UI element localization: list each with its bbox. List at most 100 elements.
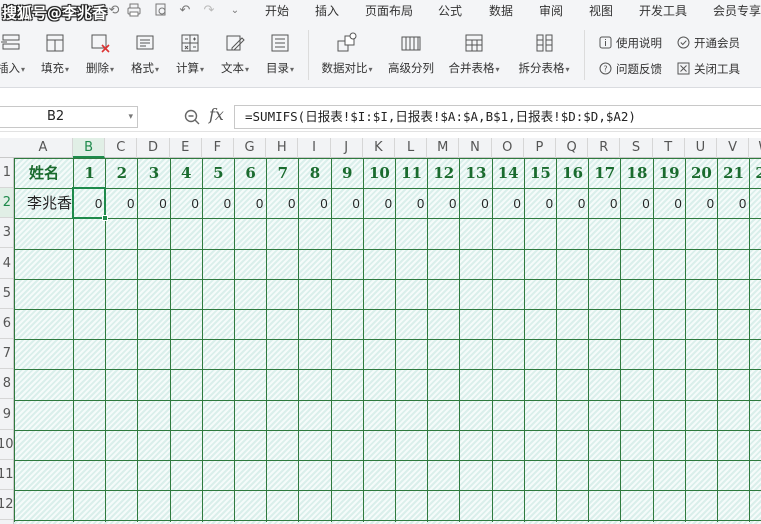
column-header-v[interactable]: V: [717, 138, 750, 158]
row-header-6[interactable]: 6: [0, 309, 13, 339]
header-cell-w1[interactable]: 22: [750, 159, 761, 188]
header-cell-u1[interactable]: 20: [686, 159, 717, 188]
more-chevron-icon[interactable]: ⌄: [227, 3, 243, 19]
column-header-i[interactable]: I: [298, 138, 331, 158]
header-cell-c1[interactable]: 2: [106, 159, 137, 188]
row-header-8[interactable]: 8: [0, 369, 13, 400]
column-header-r[interactable]: R: [588, 138, 621, 158]
data-cell-f2[interactable]: 0: [203, 189, 234, 218]
column-header-b[interactable]: B: [73, 138, 106, 158]
data-cell-m2[interactable]: 0: [428, 189, 459, 218]
insert-button[interactable]: 插入▾: [0, 32, 28, 80]
column-header-o[interactable]: O: [492, 138, 524, 158]
row-header-4[interactable]: 4: [0, 249, 13, 279]
column-header-g[interactable]: G: [234, 138, 267, 158]
column-header-n[interactable]: N: [459, 138, 492, 158]
row-header-1[interactable]: 1: [0, 158, 13, 188]
tab-home[interactable]: 开始: [265, 0, 289, 22]
header-cell-n1[interactable]: 13: [460, 159, 491, 188]
header-cell-o1[interactable]: 14: [493, 159, 524, 188]
header-cell-k1[interactable]: 10: [364, 159, 395, 188]
data-cell-a2[interactable]: 李兆香: [15, 189, 73, 218]
name-box-dropdown-icon[interactable]: ▾: [128, 107, 133, 127]
tab-data[interactable]: 数据: [489, 0, 513, 22]
delete-button[interactable]: 删除▾: [82, 32, 118, 80]
split-tables-button[interactable]: 拆分表格▾: [513, 32, 575, 80]
data-cell-w2[interactable]: 0: [750, 189, 761, 218]
tab-view[interactable]: 视图: [589, 0, 613, 22]
data-cell-q2[interactable]: 0: [557, 189, 588, 218]
data-cell-u2[interactable]: 0: [686, 189, 717, 218]
merge-tables-button[interactable]: 合并表格▾: [445, 32, 503, 80]
column-header-e[interactable]: E: [170, 138, 202, 158]
data-cell-c2[interactable]: 0: [106, 189, 137, 218]
header-cell-d1[interactable]: 3: [138, 159, 169, 188]
header-cell-t1[interactable]: 19: [654, 159, 685, 188]
data-cell-k2[interactable]: 0: [364, 189, 395, 218]
advanced-split-button[interactable]: 高级分列: [386, 32, 436, 80]
column-header-q[interactable]: Q: [556, 138, 589, 158]
calculate-button[interactable]: 计算▾: [172, 32, 208, 80]
data-compare-button[interactable]: 数据对比▾: [318, 32, 376, 80]
data-cell-e2[interactable]: 0: [171, 189, 202, 218]
data-cell-g2[interactable]: 0: [235, 189, 266, 218]
header-cell-s1[interactable]: 18: [621, 159, 652, 188]
undo-icon[interactable]: ↶: [177, 3, 193, 19]
column-header-t[interactable]: T: [653, 138, 685, 158]
format-button[interactable]: 格式▾: [127, 32, 163, 80]
fill-handle[interactable]: [102, 215, 109, 222]
row-header-5[interactable]: 5: [0, 279, 13, 309]
data-cell-d2[interactable]: 0: [138, 189, 169, 218]
row-header-11[interactable]: 11: [0, 460, 13, 490]
data-cell-o2[interactable]: 0: [493, 189, 524, 218]
row-header-12[interactable]: 12: [0, 490, 13, 521]
tab-insert[interactable]: 插入: [315, 0, 339, 22]
data-cell-s2[interactable]: 0: [621, 189, 652, 218]
column-header-w[interactable]: W: [749, 138, 761, 158]
tab-developer[interactable]: 开发工具: [639, 0, 687, 22]
data-cell-l2[interactable]: 0: [396, 189, 427, 218]
name-box[interactable]: B2 ▾: [0, 106, 138, 128]
redo-icon[interactable]: ↷: [201, 3, 217, 19]
preview-icon[interactable]: [153, 3, 169, 19]
text-button[interactable]: 文本▾: [217, 32, 253, 80]
column-header-h[interactable]: H: [266, 138, 299, 158]
fill-button[interactable]: 填充▾: [37, 32, 73, 80]
row-header-2[interactable]: 2: [0, 188, 13, 219]
row-header-7[interactable]: 7: [0, 339, 13, 370]
header-cell-v1[interactable]: 21: [718, 159, 749, 188]
column-header-l[interactable]: L: [395, 138, 428, 158]
print-icon[interactable]: [126, 3, 142, 19]
header-cell-h1[interactable]: 7: [267, 159, 298, 188]
header-cell-a1[interactable]: 姓名: [15, 159, 73, 188]
active-cell-selection[interactable]: [72, 187, 107, 220]
tab-member[interactable]: 会员专享: [713, 0, 761, 22]
header-cell-m1[interactable]: 12: [428, 159, 459, 188]
header-cell-e1[interactable]: 4: [171, 159, 202, 188]
function-icon[interactable]: fx: [209, 105, 224, 124]
column-header-f[interactable]: F: [202, 138, 234, 158]
data-cell-h2[interactable]: 0: [267, 189, 298, 218]
data-cell-t2[interactable]: 0: [654, 189, 685, 218]
row-header-3[interactable]: 3: [0, 218, 13, 249]
open-membership-button[interactable]: 开通会员: [677, 34, 740, 52]
cell-grid[interactable]: 姓名12345678910111213141516171819202122李兆香…: [14, 158, 761, 524]
row-header-9[interactable]: 9: [0, 400, 13, 430]
row-header-10[interactable]: 10: [0, 430, 13, 460]
redo-history-icon[interactable]: ⟲: [106, 3, 122, 19]
header-cell-p1[interactable]: 15: [525, 159, 556, 188]
header-cell-g1[interactable]: 6: [235, 159, 266, 188]
header-cell-i1[interactable]: 8: [299, 159, 330, 188]
column-header-k[interactable]: K: [363, 138, 395, 158]
tab-review[interactable]: 审阅: [539, 0, 563, 22]
header-cell-q1[interactable]: 16: [557, 159, 588, 188]
data-cell-v2[interactable]: 0: [718, 189, 749, 218]
data-cell-i2[interactable]: 0: [299, 189, 330, 218]
data-cell-n2[interactable]: 0: [460, 189, 491, 218]
usage-guide-button[interactable]: 使用说明: [599, 34, 662, 52]
tab-page-layout[interactable]: 页面布局: [365, 0, 413, 22]
tab-formulas[interactable]: 公式: [438, 0, 462, 22]
column-header-m[interactable]: M: [427, 138, 460, 158]
column-header-j[interactable]: J: [331, 138, 363, 158]
feedback-button[interactable]: ? 问题反馈: [599, 60, 662, 78]
